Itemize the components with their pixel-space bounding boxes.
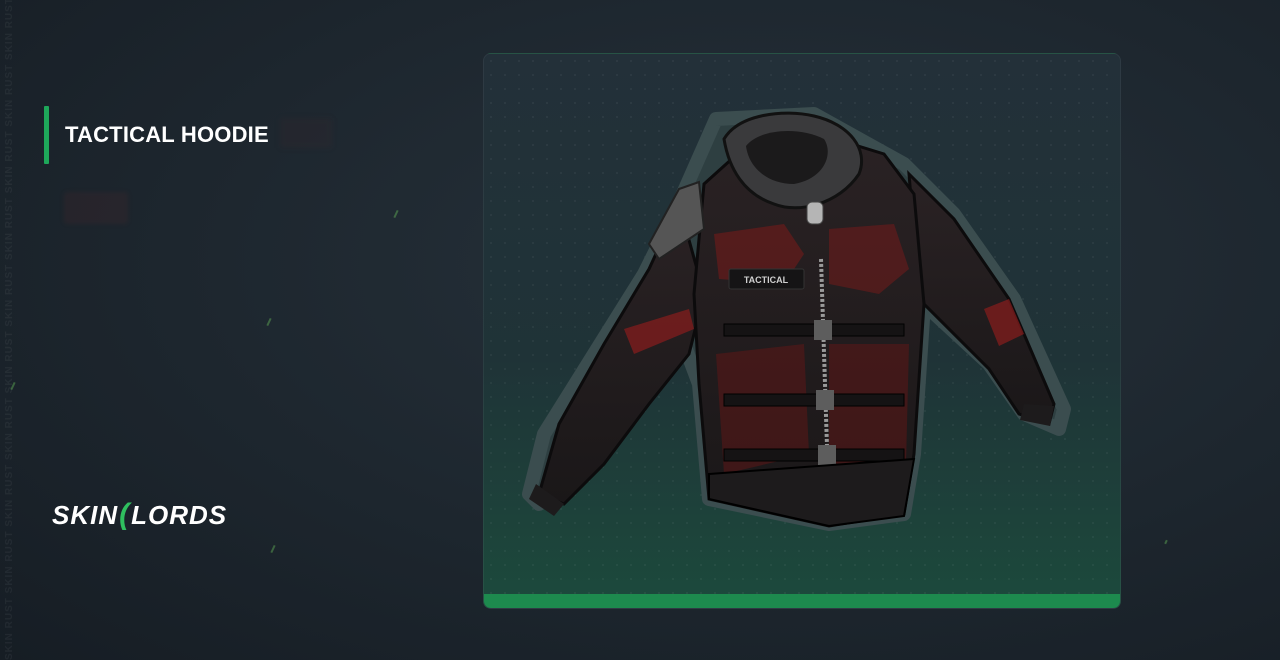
ghost-decoration [280,118,332,148]
background-speck [1164,539,1168,545]
hoodie-image: TACTICAL [522,107,1071,531]
background-speck [270,544,276,554]
brand-logo: SKIN ( LORDS [52,498,227,532]
logo-mark-icon: ( [119,498,131,531]
ghost-decoration [64,192,128,224]
item-title: TACTICAL HOODIE [65,122,269,147]
side-watermark: SKIN RUST SKIN RUST SKIN RUST SKIN RUST … [4,0,15,660]
logo-text-right: LORDS [131,499,228,530]
hoodie-name-tag: TACTICAL [744,275,789,285]
background-speck [266,317,272,327]
item-card: TACTICAL [483,53,1121,609]
background-speck [393,209,399,219]
accent-bar [44,106,49,164]
card-accent-bar [484,594,1120,608]
logo-text-left: SKIN [52,499,119,530]
title-block: TACTICAL HOODIE [44,106,269,164]
